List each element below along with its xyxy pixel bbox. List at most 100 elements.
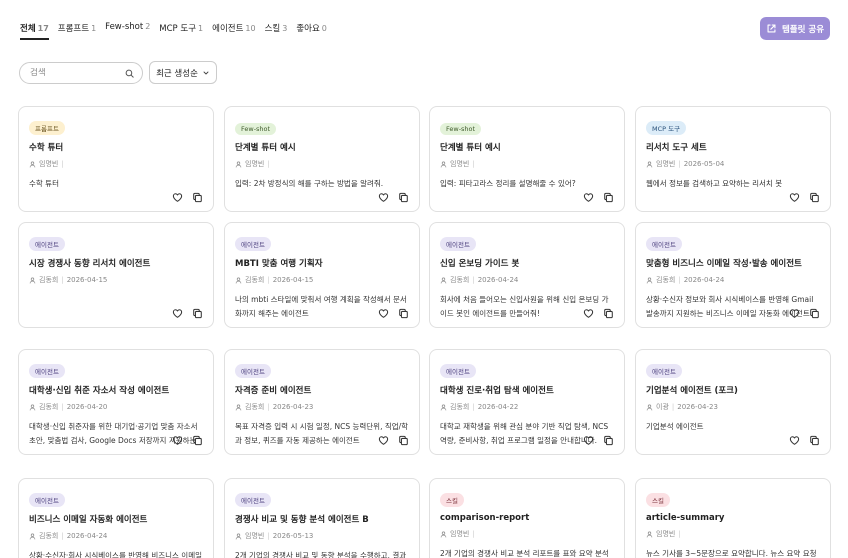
heart-icon[interactable]: [378, 435, 389, 446]
card-author: 임명빈: [39, 160, 59, 168]
template-card[interactable]: Few-shot 단계별 튜터 예시 임명빈 | 입력: 2차 방정식의 해를 구하는 …: [224, 106, 420, 212]
card-title: 비즈니스 이메일 자동화 에이전트: [29, 515, 148, 525]
sort-dropdown[interactable]: 최근 생성순: [149, 61, 217, 84]
category-badge: Few-shot: [235, 123, 277, 135]
template-card[interactable]: 스킬 comparison-report 임명빈 | 2개 기업의 경쟁사 비교 분석 …: [429, 478, 625, 558]
copy-icon[interactable]: [398, 192, 409, 203]
card-date: 2026-04-22: [477, 403, 519, 411]
tab-0[interactable]: 전체 17: [20, 18, 49, 40]
tab-4[interactable]: 에이전트 10: [212, 18, 255, 40]
heart-icon[interactable]: [172, 308, 183, 319]
tab-5[interactable]: 스킬 3: [265, 18, 288, 40]
template-card[interactable]: Few-shot 단계별 튜터 예시 임명빈 | 입력: 피타고라스 정리를 설명해줄 …: [429, 106, 625, 212]
tab-count: 0: [321, 24, 327, 33]
copy-icon[interactable]: [809, 308, 820, 319]
card-date: 2026-04-24: [477, 276, 519, 284]
search-icon: [125, 69, 134, 78]
category-badge: 스킬: [646, 493, 670, 507]
card-actions: [378, 435, 409, 446]
heart-icon[interactable]: [789, 192, 800, 203]
card-author: 김동희: [656, 276, 676, 284]
tab-3[interactable]: MCP 도구 1: [159, 18, 203, 40]
share-template-button[interactable]: 템플릿 공유: [760, 17, 830, 40]
heart-icon[interactable]: [378, 192, 389, 203]
template-card[interactable]: 에이전트 MBTI 맞춤 여행 기획자 김동희 | 2026-04-15 나의 mbti …: [224, 222, 420, 328]
user-icon: [235, 533, 242, 539]
template-card[interactable]: MCP 도구 리서치 도구 세트 임명빈 | 2026-05-04 웹에서 정보를 검색하…: [635, 106, 831, 212]
card-author: 김동희: [245, 276, 265, 284]
template-card[interactable]: 에이전트 기업분석 에이전트 (포크) 이광 | 2026-04-23 기업분석 에이전트: [635, 349, 831, 455]
heart-icon[interactable]: [583, 435, 594, 446]
template-card[interactable]: 에이전트 맞춤형 비즈니스 이메일 작성·발송 에이전트 김동희 | 2026-04-2…: [635, 222, 831, 328]
copy-icon[interactable]: [398, 435, 409, 446]
meta-separator: |: [61, 160, 64, 168]
copy-icon[interactable]: [809, 435, 820, 446]
card-date: 2026-05-13: [272, 532, 314, 540]
card-title: 맞춤형 비즈니스 이메일 작성·발송 에이전트: [646, 259, 802, 269]
tab-label: 좋아요: [296, 24, 320, 34]
tab-label: Few-shot: [105, 22, 144, 32]
copy-icon[interactable]: [192, 308, 203, 319]
tab-2[interactable]: Few-shot 2: [105, 18, 150, 40]
user-icon: [29, 161, 36, 167]
card-author: 임명빈: [450, 530, 470, 538]
meta-separator: |: [678, 276, 681, 284]
card-actions: [172, 435, 203, 446]
template-card[interactable]: 에이전트 대학생·신입 취준 자소서 작성 에이전트 김동희 | 2026-04-20 대…: [18, 349, 214, 455]
copy-icon[interactable]: [603, 192, 614, 203]
card-title: 대학생 진로·취업 탐색 에이전트: [440, 386, 554, 396]
template-card[interactable]: 스킬 article-summary 임명빈 | 뉴스 기사를 3~5문장으로 요약합니…: [635, 478, 831, 558]
heart-icon[interactable]: [378, 308, 389, 319]
tab-label: 스킬: [264, 24, 281, 34]
meta-separator: |: [267, 532, 270, 540]
template-card[interactable]: 에이전트 신입 온보딩 가이드 봇 김동희 | 2026-04-24 회사에 처음 들어오…: [429, 222, 625, 328]
tab-1[interactable]: 프롬프트 1: [58, 18, 96, 40]
copy-icon[interactable]: [603, 308, 614, 319]
meta-separator: |: [678, 160, 681, 168]
tab-6[interactable]: 좋아요 0: [296, 18, 327, 40]
card-author: 김동희: [245, 403, 265, 411]
card-description: 2개 기업의 경쟁사 비교 및 동향 분석을 수행하고, 결과를 PDF로 생성…: [235, 551, 407, 558]
meta-separator: |: [267, 403, 270, 411]
search-input[interactable]: [30, 68, 125, 78]
template-card[interactable]: 에이전트 대학생 진로·취업 탐색 에이전트 김동희 | 2026-04-22 대학교 재…: [429, 349, 625, 455]
copy-icon[interactable]: [192, 435, 203, 446]
user-icon: [440, 404, 447, 410]
heart-icon[interactable]: [789, 435, 800, 446]
template-card[interactable]: 에이전트 자격증 준비 에이전트 김동희 | 2026-04-23 목표 자격증 입력 시…: [224, 349, 420, 455]
meta-separator: |: [472, 530, 475, 538]
card-actions: [583, 435, 614, 446]
tab-count: 10: [245, 24, 256, 33]
card-meta: 김동희 | 2026-04-24: [440, 275, 614, 285]
copy-icon[interactable]: [192, 192, 203, 203]
heart-icon[interactable]: [789, 308, 800, 319]
card-meta: 김동희 | 2026-04-24: [646, 275, 820, 285]
heart-icon[interactable]: [172, 192, 183, 203]
meta-separator: |: [267, 160, 270, 168]
copy-icon[interactable]: [603, 435, 614, 446]
card-author: 임명빈: [656, 530, 676, 538]
template-card[interactable]: 에이전트 경쟁사 비교 및 동향 분석 에이전트 B 임명빈 | 2026-05-13 2…: [224, 478, 420, 558]
heart-icon[interactable]: [583, 192, 594, 203]
user-icon: [235, 277, 242, 283]
copy-icon[interactable]: [809, 192, 820, 203]
card-meta: 김동희 | 2026-04-23: [235, 402, 409, 412]
card-title: 대학생·신입 취준 자소서 작성 에이전트: [29, 386, 170, 396]
category-badge: 스킬: [440, 493, 464, 507]
template-card[interactable]: 에이전트 시장 경쟁사 동향 리서치 에이전트 김동희 | 2026-04-15: [18, 222, 214, 328]
copy-icon[interactable]: [398, 308, 409, 319]
meta-separator: |: [61, 532, 64, 540]
tab-label: 에이전트: [212, 24, 244, 34]
template-card[interactable]: 에이전트 비즈니스 이메일 자동화 에이전트 김동희 | 2026-04-24 상황·수신…: [18, 478, 214, 558]
share-icon: [767, 24, 776, 33]
heart-icon[interactable]: [172, 435, 183, 446]
template-card[interactable]: 프롬프트 수학 튜터 임명빈 | 수학 튜터: [18, 106, 214, 212]
card-actions: [172, 308, 203, 319]
tab-label: 전체: [20, 24, 36, 34]
search-box[interactable]: [19, 62, 143, 84]
meta-separator: |: [61, 403, 64, 411]
card-meta: 임명빈 |: [235, 159, 409, 169]
heart-icon[interactable]: [583, 308, 594, 319]
tab-label: MCP 도구: [159, 24, 197, 34]
card-author: 임명빈: [245, 160, 265, 168]
